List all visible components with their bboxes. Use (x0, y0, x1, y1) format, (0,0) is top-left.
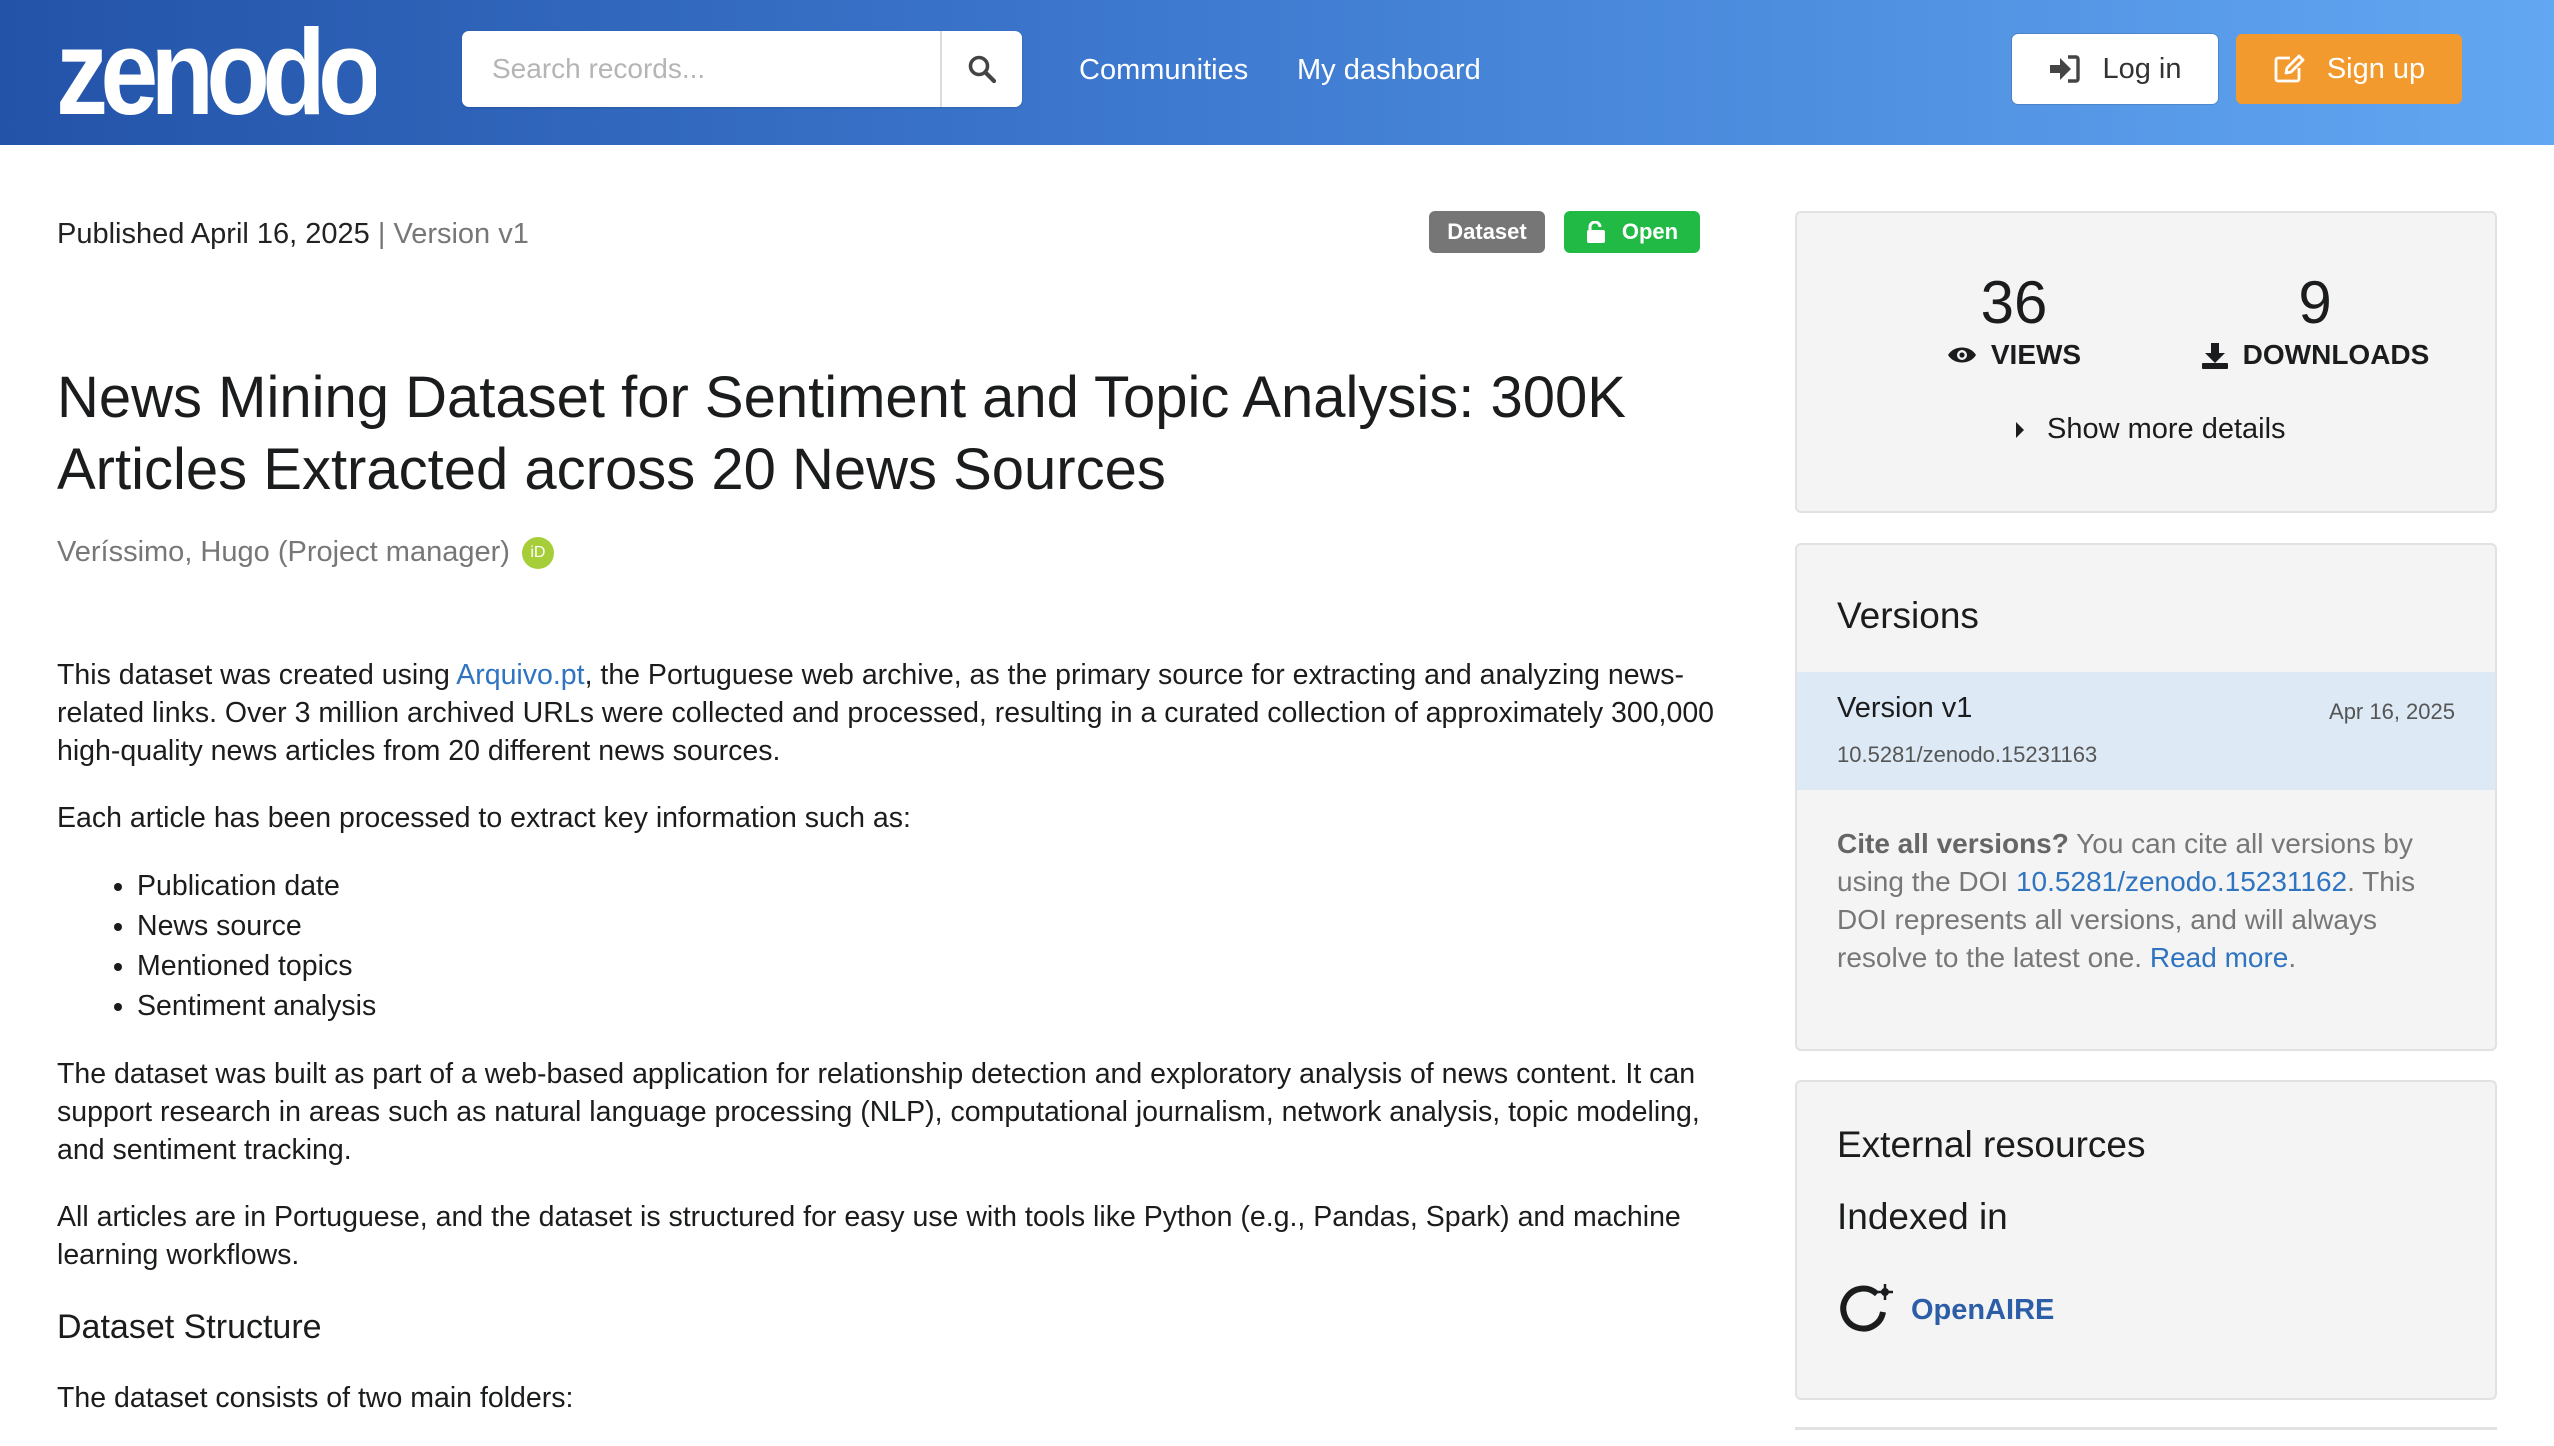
indexed-in-heading: Indexed in (1837, 1196, 2008, 1237)
cite-all-versions: Cite all versions? You can cite all vers… (1837, 825, 2457, 977)
login-button[interactable]: Log in (2012, 34, 2218, 104)
views-count: 36 (1980, 269, 2048, 336)
eye-icon (1947, 347, 1976, 363)
edit-icon (2274, 54, 2305, 83)
creator-name: Veríssimo, Hugo (Project manager) (57, 536, 510, 568)
access-badge-label: Open (1621, 219, 1679, 244)
description-paragraph: This dataset was created using Arquivo.p… (57, 656, 1717, 770)
views-label-row: VIEWS (1923, 339, 2105, 371)
description-paragraph: All articles are in Portuguese, and the … (57, 1201, 1681, 1271)
list-item: News source (137, 906, 1717, 946)
version-doi: 10.5281/zenodo.15231163 (1837, 742, 2098, 767)
description-paragraph: The dataset was built as part of a web-b… (57, 1058, 1700, 1166)
list-item: Publication date (137, 866, 1717, 906)
text: This dataset was created using (57, 659, 457, 691)
external-resources-heading: External resources (1837, 1124, 2146, 1165)
downloads-label-row: DOWNLOADS (2185, 339, 2445, 371)
version-label: Version v1 (393, 218, 529, 250)
openaire-label: OpenAIRE (1911, 1293, 2055, 1326)
section-heading: Dataset Structure (57, 1308, 322, 1346)
search-button[interactable] (940, 31, 1022, 107)
caret-right-icon (2016, 421, 2024, 438)
site-header: zenodo Communities My dashboard Log in S… (0, 0, 2554, 145)
published-date: Published April 16, 2025 (57, 218, 370, 250)
resource-type-badge[interactable]: Dataset (1429, 211, 1545, 253)
version-date: Apr 16, 2025 (2329, 699, 2455, 724)
versions-card: Versions Version v1 Apr 16, 2025 10.5281… (1795, 543, 2497, 1051)
zenodo-logo[interactable]: zenodo (56, 10, 376, 120)
publication-info: Published April 16, 2025 | Version v1 (57, 218, 529, 251)
nav-my-dashboard[interactable]: My dashboard (1297, 48, 1481, 92)
views-stat: 36 VIEWS (1923, 273, 2105, 371)
read-more-link[interactable]: Read more (2150, 942, 2289, 973)
downloads-stat: 9 DOWNLOADS (2185, 273, 2445, 371)
record-title: News Mining Dataset for Sentiment and To… (57, 365, 1626, 502)
search-box (462, 31, 1022, 107)
external-resources-card: External resources Indexed in OpenAIRE (1795, 1080, 2497, 1400)
version-name[interactable]: Version v1 (1837, 692, 1972, 725)
nav-communities[interactable]: Communities (1079, 48, 1248, 92)
show-more-label: Show more details (2047, 413, 2286, 445)
logo-text: zenodo (56, 10, 376, 120)
description-paragraph: The dataset consists of two main folders… (57, 1382, 574, 1414)
list-item: Mentioned topics (137, 946, 1717, 986)
separator: | (369, 218, 394, 250)
info-list: Publication date News source Mentioned t… (57, 866, 1717, 1026)
versions-heading: Versions (1837, 595, 1979, 636)
openaire-link[interactable]: OpenAIRE (1837, 1282, 2054, 1338)
description-paragraph: Each article has been processed to extra… (57, 802, 911, 834)
access-badge[interactable]: Open (1564, 211, 1700, 253)
downloads-count: 9 (2298, 269, 2332, 336)
arquivo-link[interactable]: Arquivo.pt (456, 659, 584, 691)
orcid-icon[interactable]: iD (521, 536, 554, 569)
views-label: VIEWS (1990, 339, 2082, 370)
signup-button[interactable]: Sign up (2236, 34, 2462, 104)
concept-doi-link[interactable]: 10.5281/zenodo.15231162 (2016, 866, 2347, 897)
cite-bold: Cite all versions? (1837, 828, 2069, 859)
downloads-label: DOWNLOADS (2242, 339, 2430, 370)
openaire-logo-icon (1840, 1284, 1893, 1332)
record-description: This dataset was created using Arquivo.p… (57, 656, 1717, 1446)
signup-label: Sign up (2326, 52, 2426, 85)
stats-card: 36 VIEWS 9 DOWNLOADS Show more details (1795, 211, 2497, 513)
search-input[interactable] (462, 31, 940, 107)
creator[interactable]: Veríssimo, Hugo (Project manager) iD (57, 536, 554, 569)
show-more-details[interactable]: Show more details (2015, 413, 2286, 446)
card-divider (1795, 1427, 2497, 1430)
unlock-icon (1586, 221, 1605, 243)
version-item[interactable]: Version v1 Apr 16, 2025 10.5281/zenodo.1… (1797, 672, 2495, 790)
search-icon (968, 55, 997, 84)
text: . (2288, 942, 2297, 973)
download-icon (2201, 343, 2228, 369)
login-label: Log in (2102, 52, 2182, 85)
list-item: Sentiment analysis (137, 986, 1717, 1026)
sign-in-icon (2050, 55, 2081, 83)
